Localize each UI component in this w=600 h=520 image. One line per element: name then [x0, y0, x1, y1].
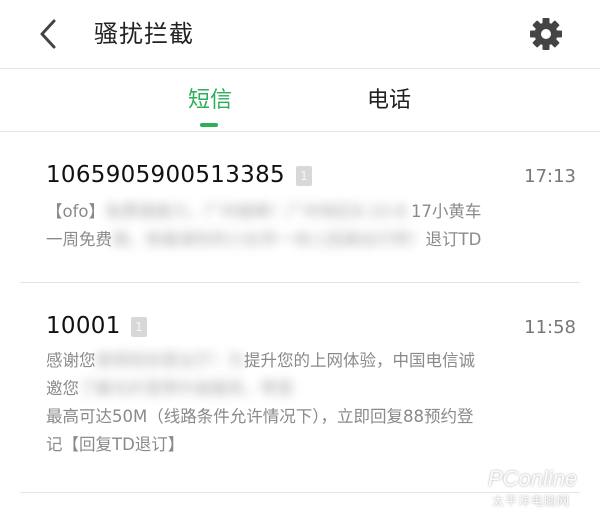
message-item[interactable]: 1065905900513385 1 17:13 【ofo】免费骑接力，广州接棒…	[0, 132, 600, 282]
message-preview: 感谢您使用短信营业厅！为提升您的上网体验，中国电信诚 邀您了解光纤宽带升级服务，…	[46, 347, 576, 459]
back-button[interactable]	[30, 14, 66, 54]
tab-phone[interactable]: 电话	[349, 85, 429, 117]
message-line: 感谢您使用短信营业厅！为提升您的上网体验，中国电信诚	[46, 351, 475, 370]
message-line: 【ofo】免费骑接力，广州接棒！广州地区8.10-8.17小黄车	[46, 202, 482, 221]
sim-badge: 1	[131, 317, 147, 337]
watermark: PConline 太平洋电脑网	[488, 466, 592, 514]
tab-bar: 短信 电话	[0, 69, 600, 131]
message-sender: 10001	[46, 313, 121, 339]
active-tab-indicator	[200, 123, 218, 127]
message-time: 11:58	[524, 317, 576, 338]
message-line: 邀您了解光纤宽带升级服务，带宽	[46, 379, 294, 398]
app-header: 骚扰拦截	[0, 0, 600, 68]
watermark-brand: PConline	[488, 466, 578, 491]
chevron-left-icon	[40, 19, 56, 49]
message-line: 一周免费骑，快邀请你的小伙伴一块儿低碳出行吧！退订TD	[46, 230, 482, 249]
page-title: 骚扰拦截	[94, 20, 194, 48]
message-preview: 【ofo】免费骑接力，广州接棒！广州地区8.10-8.17小黄车 一周免费骑，快…	[46, 198, 576, 254]
gear-icon	[530, 18, 562, 50]
tab-sms[interactable]: 短信	[170, 85, 250, 117]
watermark-subtitle: 太平洋电脑网	[492, 494, 571, 508]
message-item[interactable]: 10001 1 11:58 感谢您使用短信营业厅！为提升您的上网体验，中国电信诚…	[0, 283, 600, 493]
message-line: 最高可达50M（线路条件允许情况下），立即回复88预约登	[46, 407, 474, 426]
message-time: 17:13	[524, 166, 576, 187]
settings-button[interactable]	[528, 16, 564, 52]
message-line: 记【回复TD退订】	[46, 435, 185, 454]
sim-badge: 1	[296, 166, 312, 186]
message-sender: 1065905900513385	[46, 162, 285, 188]
